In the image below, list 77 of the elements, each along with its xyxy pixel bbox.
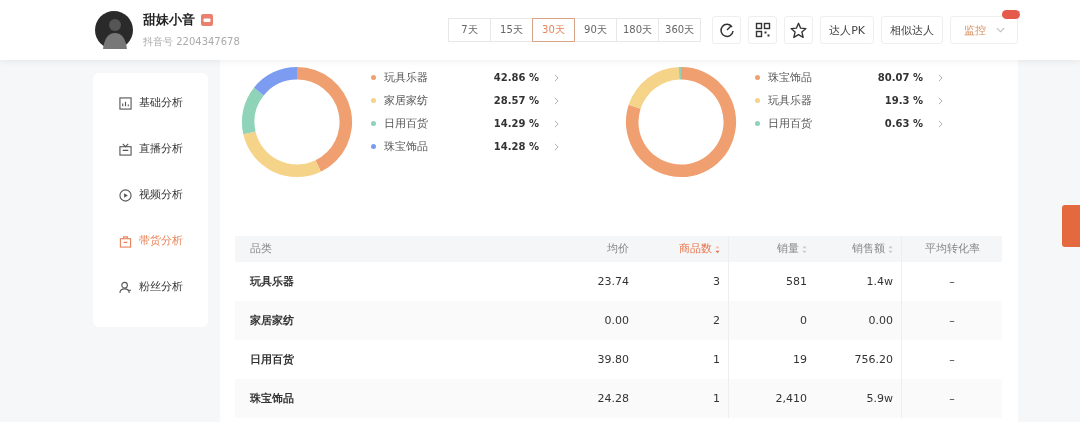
table-cell: 5.9w	[815, 379, 902, 418]
column-header: 均价	[558, 236, 637, 262]
play-icon	[119, 189, 132, 202]
chevron-icon[interactable]	[554, 96, 559, 105]
legend-value: 14.28 %	[492, 141, 539, 152]
sidebar-item[interactable]: 基础分析	[93, 95, 208, 141]
period-tab[interactable]: 15天	[489, 18, 533, 42]
refresh-button[interactable]	[712, 16, 742, 44]
chart-icon	[119, 97, 132, 110]
bag-icon	[119, 235, 132, 248]
grid-icon	[754, 22, 771, 38]
legend-value: 42.86 %	[492, 72, 539, 83]
action-button[interactable]: 相似达人	[881, 16, 943, 44]
chevron-icon[interactable]	[554, 119, 559, 128]
sidebar-item[interactable]: 视频分析	[93, 187, 208, 233]
grid-button[interactable]	[748, 16, 778, 44]
period-tab[interactable]: 7天	[447, 18, 491, 42]
table-cell: 581	[728, 262, 815, 301]
chevron-icon[interactable]	[554, 142, 559, 151]
chevron-icon[interactable]	[938, 73, 943, 82]
column-header: 品类	[235, 236, 558, 262]
star-icon	[790, 21, 808, 39]
action-button[interactable]: 达人PK	[820, 16, 874, 44]
table-cell: 2	[637, 301, 729, 340]
legend-label: 玩具乐器	[768, 93, 813, 108]
table-cell: –	[901, 301, 1002, 340]
table-cell: –	[901, 262, 1002, 301]
account-id: 抖音号 2204347678	[143, 35, 240, 49]
table-cell: 0.00	[815, 301, 902, 340]
table-cell: 2,410	[728, 379, 815, 418]
period-tab[interactable]: 180天	[615, 18, 660, 42]
account-name: 甜妹小音	[143, 11, 195, 29]
shop-icon	[201, 14, 213, 26]
table-cell: 0.00	[558, 301, 637, 340]
table-cell: 1	[637, 379, 729, 418]
star-button[interactable]	[784, 16, 814, 44]
table-cell: –	[901, 340, 1002, 379]
table-cell: 24.28	[558, 379, 637, 418]
legend-value: 0.63 %	[883, 118, 923, 129]
legend-label: 家居家纺	[384, 93, 429, 108]
sort-icon[interactable]	[888, 244, 893, 254]
table-cell: 家居家纺	[235, 301, 558, 340]
chevron-icon[interactable]	[938, 96, 943, 105]
table-cell: 39.80	[558, 340, 637, 379]
person-icon	[119, 281, 132, 294]
column-header: 平均转化率	[901, 236, 1002, 262]
sidebar-item[interactable]: 粉丝分析	[93, 279, 208, 325]
period-tab[interactable]: 90天	[573, 18, 617, 42]
legend-value: 28.57 %	[492, 95, 539, 106]
legend-value: 14.29 %	[492, 118, 539, 129]
legend-value: 80.07 %	[876, 72, 923, 83]
chevron-icon[interactable]	[938, 119, 943, 128]
sort-icon[interactable]	[715, 244, 720, 254]
avatar	[95, 11, 133, 49]
sort-icon[interactable]	[802, 244, 807, 254]
notification-badge	[1002, 10, 1020, 19]
legend-label: 玩具乐器	[384, 70, 429, 85]
chevron-icon[interactable]	[554, 73, 559, 82]
table-cell: –	[901, 379, 1002, 418]
legend-label: 日用百货	[768, 116, 813, 131]
column-header[interactable]: 销量	[728, 236, 815, 262]
sidebar-item[interactable]: 直播分析	[93, 141, 208, 187]
table-cell: 0	[728, 301, 815, 340]
refresh-icon	[718, 22, 735, 38]
legend-label: 珠宝饰品	[384, 139, 429, 154]
legend-label: 珠宝饰品	[768, 70, 813, 85]
table-cell: 日用百货	[235, 340, 558, 379]
legend-label: 日用百货	[384, 116, 429, 131]
legend-value: 19.3 %	[883, 95, 923, 106]
table-cell: 珠宝饰品	[235, 379, 558, 418]
caret-icon	[995, 27, 1005, 33]
table-cell: 23.74	[558, 262, 637, 301]
column-header[interactable]: 销售额	[815, 236, 902, 262]
table-cell: 19	[728, 340, 815, 379]
tv-icon	[119, 143, 132, 156]
period-tab[interactable]: 360天	[658, 18, 702, 42]
table-cell: 玩具乐器	[235, 262, 558, 301]
